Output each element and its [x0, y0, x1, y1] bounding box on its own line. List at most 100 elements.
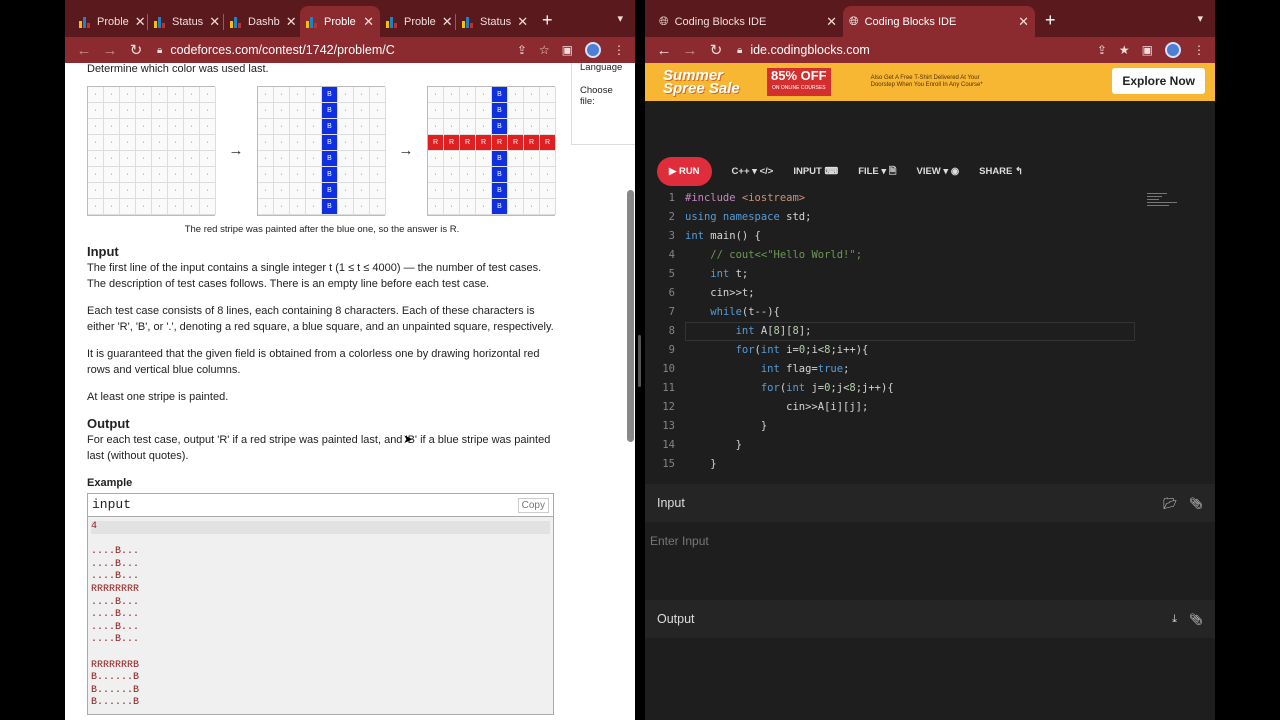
side-panel-icon[interactable]: ▣ — [562, 43, 573, 57]
ide-browser-window: 🌐︎ Coding Blocks IDE ✕ 🌐︎ Coding Blocks IDE… — [645, 0, 1215, 720]
grid-cell: · — [476, 151, 492, 167]
choose-file-label[interactable]: Choose file: — [580, 85, 627, 107]
side-panel-icon[interactable]: ▣ — [1142, 43, 1153, 57]
share-button[interactable]: SHARE ↰ — [979, 166, 1023, 177]
grid-cell: · — [274, 167, 290, 183]
forward-arrow-icon[interactable]: → — [97, 42, 123, 59]
code-line: 3 int main() { — [668, 230, 761, 242]
grid-cell: · — [444, 183, 460, 199]
codeforces-favicon — [154, 16, 166, 28]
view-dropdown[interactable]: VIEW ▾ ◉ — [916, 166, 959, 177]
close-icon[interactable]: ✕ — [280, 14, 297, 30]
tab-status-1[interactable]: Status ✕ — [148, 6, 224, 37]
tab-problem-active[interactable]: Proble ✕ — [300, 6, 380, 37]
menu-kebab-icon[interactable]: ⋮ — [613, 43, 625, 57]
code-line: 15 } — [662, 458, 717, 470]
grid-cell: B — [492, 119, 508, 135]
left-scrollbar-thumb[interactable] — [627, 190, 634, 442]
tab-coding-blocks-active[interactable]: 🌐︎ Coding Blocks IDE ✕ — [843, 6, 1035, 37]
language-dropdown[interactable]: C++ ▾ </> — [732, 166, 774, 177]
forward-arrow-icon[interactable]: → — [677, 42, 703, 59]
grid-cell: · — [428, 183, 444, 199]
grid-cell: · — [136, 135, 152, 151]
code-line: 7 while(t--){ — [668, 306, 780, 318]
grid-cell: · — [338, 151, 354, 167]
split-divider-handle[interactable] — [638, 335, 641, 387]
grid-cell: · — [306, 135, 322, 151]
codeforces-favicon — [386, 16, 398, 28]
bookmark-star-icon[interactable]: ☆ — [539, 43, 550, 57]
close-icon[interactable]: ✕ — [436, 14, 453, 30]
grid-cell: · — [200, 151, 216, 167]
tab-problem-2[interactable]: Proble ✕ — [380, 6, 456, 37]
input-paragraph-2: Each test case consists of 8 lines, each… — [87, 305, 554, 333]
input-toggle[interactable]: INPUT ⌨ — [793, 166, 838, 177]
input-textarea[interactable]: Enter Input — [645, 523, 1215, 598]
close-icon[interactable]: ✕ — [1012, 14, 1029, 30]
explore-now-button[interactable]: Explore Now — [1112, 68, 1205, 94]
grid-cell: R — [492, 135, 508, 151]
grid-cell: · — [136, 183, 152, 199]
grid-cell: · — [200, 119, 216, 135]
grid-cell: · — [120, 183, 136, 199]
attach-icon[interactable]: 📎︎ — [1189, 613, 1203, 626]
grid-cell: · — [258, 167, 274, 183]
folder-open-icon[interactable]: 📂︎ — [1163, 497, 1177, 510]
tab-problem-1[interactable]: Proble ✕ — [73, 6, 148, 37]
grid-cell: · — [274, 183, 290, 199]
run-button[interactable]: ▶ RUN — [657, 157, 712, 186]
close-icon[interactable]: ✕ — [511, 14, 528, 30]
grid-cell: · — [354, 119, 370, 135]
close-icon[interactable]: ✕ — [820, 14, 837, 30]
copy-button[interactable]: Copy — [517, 497, 549, 513]
reload-icon[interactable]: ↻ — [703, 41, 729, 59]
grid-cell: · — [476, 199, 492, 215]
grid-cell: · — [274, 135, 290, 151]
grid-cell: · — [136, 87, 152, 103]
share-icon[interactable]: ⇪ — [1097, 43, 1107, 57]
grid-cell: · — [428, 151, 444, 167]
promo-banner[interactable]: Summer Spree Sale 85% OFF ON ONLINE COURS… — [645, 63, 1215, 101]
grid-cell: · — [428, 199, 444, 215]
new-tab-plus-icon[interactable]: + — [532, 10, 563, 37]
reload-icon[interactable]: ↻ — [123, 41, 149, 59]
download-icon[interactable]: ⤓ — [1172, 613, 1177, 626]
close-icon[interactable]: ✕ — [203, 14, 220, 30]
grid-cell: · — [476, 167, 492, 183]
grid-cell: · — [88, 87, 104, 103]
close-icon[interactable]: ✕ — [357, 14, 374, 30]
code-line: 8 int A[8][8]; — [668, 325, 812, 337]
grid-cell: · — [200, 103, 216, 119]
file-dropdown[interactable]: FILE ▾ 🗎 — [858, 164, 896, 180]
attach-icon[interactable]: 📎︎ — [1189, 497, 1203, 510]
code-editor[interactable]: 1 #include <iostream> 2 using namespace st… — [645, 189, 1215, 480]
tab-coding-blocks-1[interactable]: 🌐︎ Coding Blocks IDE ✕ — [653, 6, 843, 37]
grid-cell: · — [168, 119, 184, 135]
tab-search-chevron-icon[interactable]: ▾ — [617, 12, 623, 25]
grid-cell: · — [104, 135, 120, 151]
grid-cell: · — [200, 199, 216, 215]
grid-cell: · — [460, 167, 476, 183]
grid-cell: · — [354, 135, 370, 151]
back-arrow-icon[interactable]: ← — [651, 42, 677, 59]
grid-cell: · — [306, 119, 322, 135]
tab-dashboard[interactable]: Dashb ✕ — [224, 6, 300, 37]
url-field[interactable]: 🔒︎ ide.codingblocks.com — [729, 43, 1097, 57]
new-tab-plus-icon[interactable]: + — [1035, 10, 1066, 37]
menu-kebab-icon[interactable]: ⋮ — [1193, 43, 1205, 57]
share-icon[interactable]: ⇪ — [517, 43, 527, 57]
tab-search-chevron-icon[interactable]: ▾ — [1197, 12, 1203, 25]
grid-cell: · — [306, 199, 322, 215]
grid-cell: · — [184, 183, 200, 199]
bookmark-star-icon[interactable]: ★ — [1119, 43, 1130, 57]
grid-cell: · — [290, 183, 306, 199]
output-heading: Output — [87, 416, 130, 431]
url-field[interactable]: 🔒︎ codeforces.com/contest/1742/problem/C — [149, 43, 517, 57]
grid-cell: · — [120, 119, 136, 135]
code-minimap[interactable] — [1147, 191, 1207, 213]
profile-avatar[interactable] — [585, 42, 601, 58]
close-icon[interactable]: ✕ — [129, 14, 146, 30]
back-arrow-icon[interactable]: ← — [71, 42, 97, 59]
profile-avatar[interactable] — [1165, 42, 1181, 58]
tab-status-2[interactable]: Status ✕ — [456, 6, 532, 37]
